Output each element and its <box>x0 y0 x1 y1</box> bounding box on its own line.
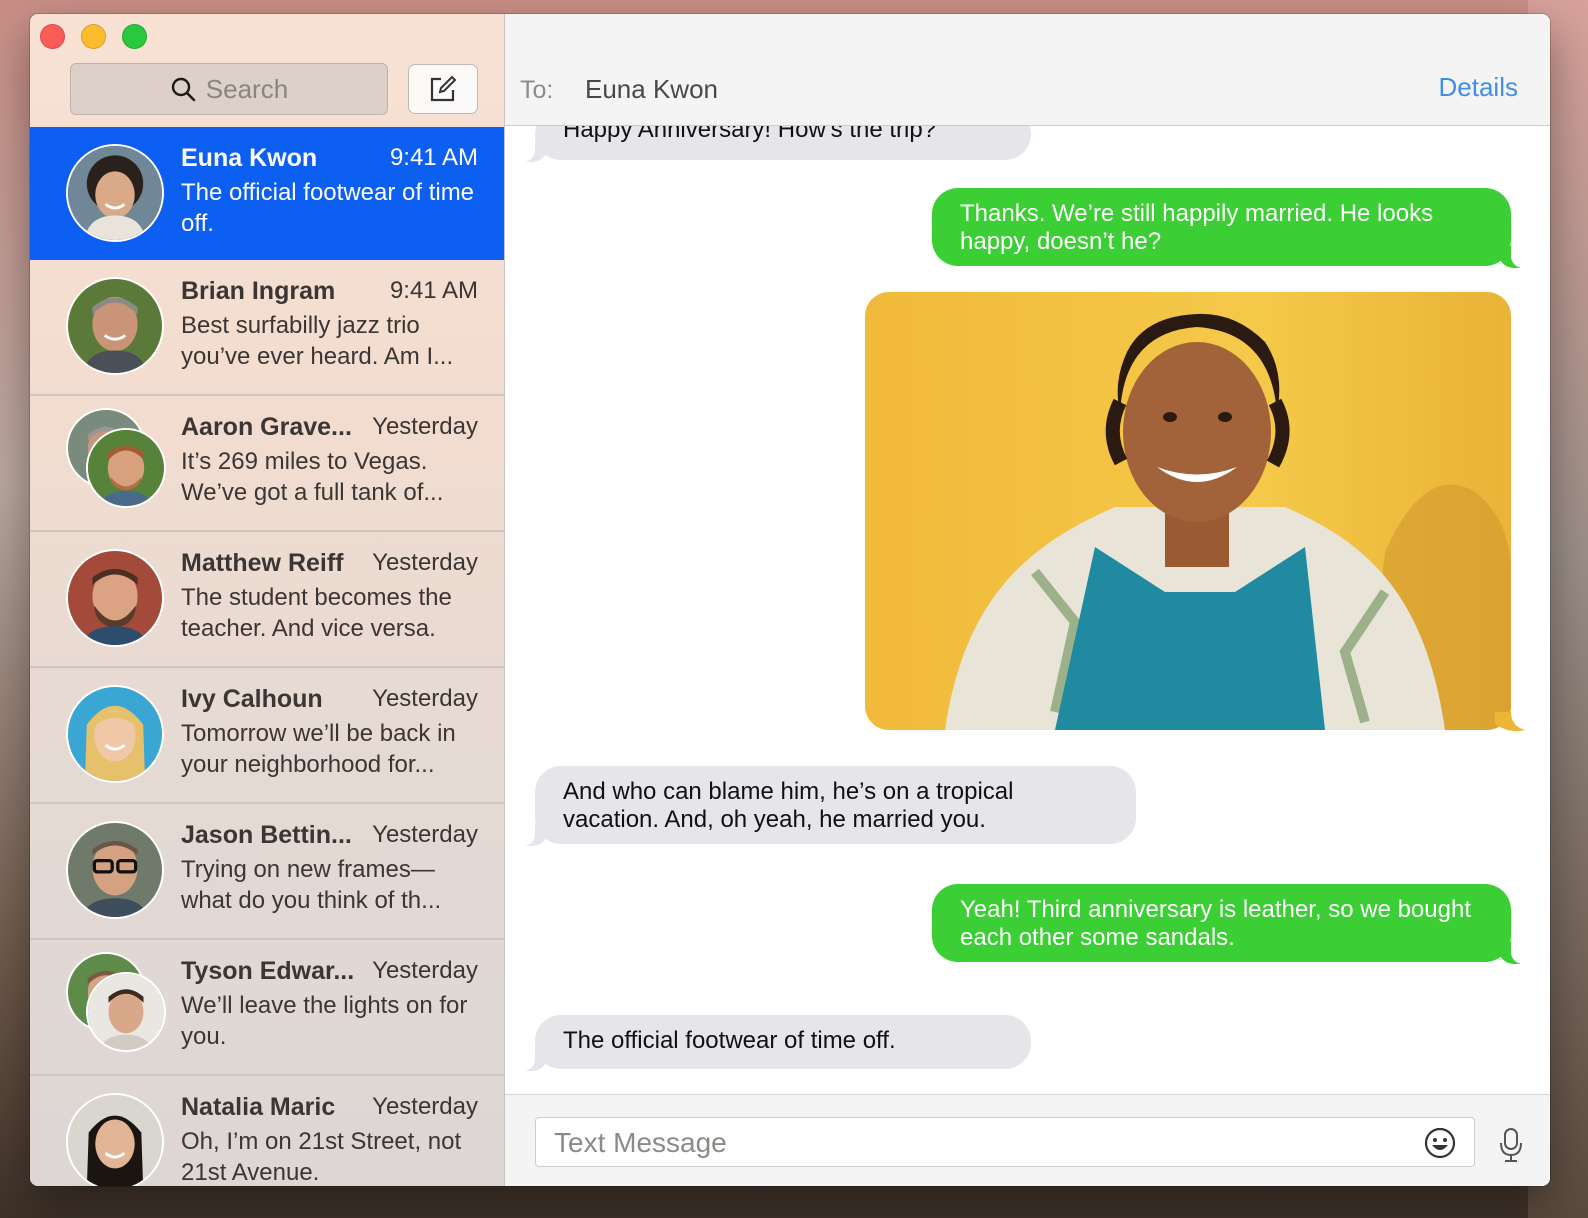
compose-icon <box>430 75 457 102</box>
conversation-row-aaron-graves[interactable]: Aaron Grave... Yesterday It’s 269 miles … <box>30 396 504 532</box>
search-icon <box>171 77 196 102</box>
incoming-message[interactable]: Happy Anniversary! How’s the trip? <box>515 126 1031 162</box>
to-label: To: <box>520 76 554 104</box>
compose-button[interactable] <box>408 64 478 114</box>
avatar <box>66 685 164 783</box>
minimize-window-button[interactable] <box>81 24 106 49</box>
incoming-message[interactable]: And who can blame him, he’s on a tropica… <box>515 766 1136 846</box>
conversation-pane: To: Euna Kwon Details Happy Anniversary!… <box>505 14 1550 1186</box>
smiley-icon[interactable] <box>1424 1127 1456 1159</box>
conversation-name: Natalia Maric <box>181 1093 336 1121</box>
messages-window: Search Euna Kwon 9:41 AM The official fo… <box>30 14 1550 1186</box>
avatar <box>86 972 166 1052</box>
conversation-name: Aaron Grave... <box>181 413 352 441</box>
conversation-row-natalia-maric[interactable]: Natalia Maric Yesterday Oh, I’m on 21st … <box>30 1076 504 1186</box>
conversation-preview: Trying on new frames— what do you think … <box>181 856 442 914</box>
conversation-name: Jason Bettin... <box>181 821 352 849</box>
window-controls <box>40 24 147 49</box>
avatar <box>66 821 164 919</box>
recipient-name[interactable]: Euna Kwon <box>585 74 718 105</box>
avatar <box>66 144 164 242</box>
avatar <box>66 549 164 647</box>
conversation-name: Matthew Reiff <box>181 549 344 577</box>
conversation-time: 9:41 AM <box>389 277 478 304</box>
outgoing-message[interactable]: Yeah! Third anniversary is leather, so w… <box>932 884 1531 964</box>
conversation-row-tyson-edwards[interactable]: Tyson Edwar... Yesterday We’ll leave the… <box>30 940 504 1076</box>
message-composer <box>505 1094 1550 1186</box>
message-thread[interactable]: Happy Anniversary! How’s the trip? Thank… <box>505 126 1550 1094</box>
conversation-name: Ivy Calhoun <box>181 685 323 713</box>
close-window-button[interactable] <box>40 24 65 49</box>
conversation-row-matthew-reiff[interactable]: Matthew Reiff Yesterday The student beco… <box>30 532 504 668</box>
conversation-preview: Best surfabilly jazz trio you’ve ever he… <box>181 312 454 370</box>
conversation-preview: Tomorrow we’ll be back in your neighborh… <box>181 720 456 778</box>
conversation-preview: We’ll leave the lights on for you. <box>181 992 468 1050</box>
photo-tail <box>1495 712 1525 732</box>
conversation-row-ivy-calhoun[interactable]: Ivy Calhoun Yesterday Tomorrow we’ll be … <box>30 668 504 804</box>
conversation-row-brian-ingram[interactable]: Brian Ingram 9:41 AM Best surfabilly jaz… <box>30 260 504 396</box>
avatar <box>66 1093 164 1186</box>
search-field[interactable]: Search <box>70 63 388 115</box>
conversation-name: Brian Ingram <box>181 277 336 305</box>
search-placeholder: Search <box>205 73 289 104</box>
conversation-row-jason-bettin[interactable]: Jason Bettin... Yesterday Trying on new … <box>30 804 504 940</box>
conversation-time: Yesterday <box>372 821 478 848</box>
message-field[interactable] <box>535 1117 1475 1167</box>
conversation-time: Yesterday <box>372 685 478 712</box>
conversation-time: Yesterday <box>372 957 478 984</box>
incoming-message[interactable]: The official footwear of time off. <box>515 1015 1031 1071</box>
outgoing-message[interactable]: Thanks. We’re still happily married. He … <box>932 188 1531 268</box>
message-text: Happy Anniversary! How’s the trip? <box>563 126 937 143</box>
message-text: And who can blame him, he’s on a tropica… <box>563 778 1014 833</box>
conversation-name: Tyson Edwar... <box>181 957 355 985</box>
conversation-header: To: Euna Kwon Details <box>505 14 1550 126</box>
microphone-icon[interactable] <box>1498 1127 1524 1163</box>
conversation-preview: Oh, I’m on 21st Street, not 21st Avenue. <box>181 1128 462 1186</box>
conversation-preview: The official footwear of time off. <box>181 179 475 237</box>
sidebar: Search Euna Kwon 9:41 AM The official fo… <box>30 14 505 1186</box>
conversation-row-euna-kwon[interactable]: Euna Kwon 9:41 AM The official footwear … <box>30 127 504 260</box>
avatar <box>86 428 166 508</box>
message-text: Thanks. We’re still happily married. He … <box>960 200 1434 255</box>
message-text: Yeah! Third anniversary is leather, so w… <box>960 896 1471 951</box>
conversation-preview: The student becomes the teacher. And vic… <box>181 584 452 642</box>
conversation-list: Euna Kwon 9:41 AM The official footwear … <box>30 127 504 1186</box>
zoom-window-button[interactable] <box>122 24 147 49</box>
message-input[interactable] <box>552 1126 1406 1160</box>
message-text: The official footwear of time off. <box>563 1027 896 1054</box>
conversation-time: 9:41 AM <box>389 144 478 171</box>
avatar <box>66 277 164 375</box>
conversation-time: Yesterday <box>372 413 478 440</box>
conversation-time: Yesterday <box>372 549 478 576</box>
conversation-time: Yesterday <box>372 1093 478 1120</box>
details-button[interactable]: Details <box>1439 72 1518 103</box>
conversation-name: Euna Kwon <box>181 144 318 172</box>
conversation-preview: It’s 269 miles to Vegas. We’ve got a ful… <box>181 448 444 506</box>
photo-attachment[interactable] <box>865 292 1511 730</box>
